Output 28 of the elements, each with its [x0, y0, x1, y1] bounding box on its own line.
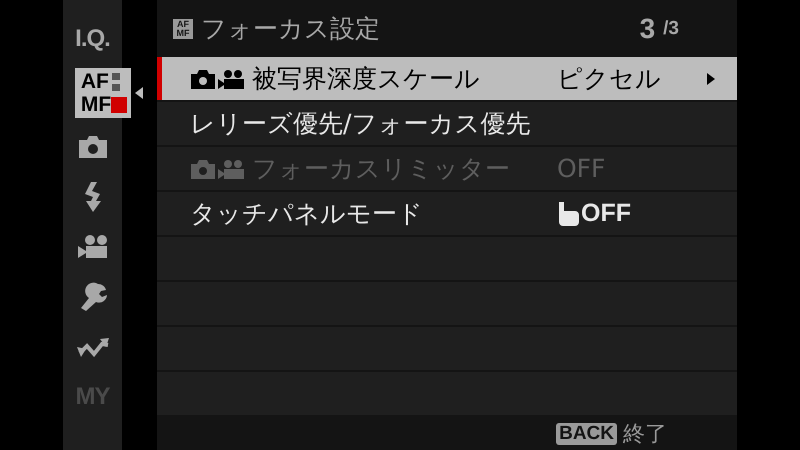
pointer-icon	[135, 87, 144, 99]
af-mf-badge: AF MF	[173, 18, 193, 38]
menu-row[interactable]: レリーズ優先/フォーカス優先	[157, 102, 737, 145]
setting-value: OFF	[557, 154, 606, 183]
square-dots-icon	[111, 72, 122, 92]
setting-name: タッチパネルモード	[190, 198, 423, 230]
zigzag-arrows-icon[interactable]	[76, 335, 110, 359]
camera-and-movie-icon	[190, 68, 246, 88]
setting-name: レリーズ優先/フォーカス優先	[190, 108, 530, 140]
setting-value: OFF	[581, 199, 631, 228]
arrow-right-icon	[707, 72, 715, 84]
setting-value: ピクセル	[557, 63, 661, 95]
menu-title: フォーカス設定	[201, 13, 381, 45]
page-total: /3	[663, 18, 679, 40]
lightning-icon[interactable]	[82, 182, 102, 212]
menu-row[interactable]: タッチパネルモード OFF	[157, 192, 737, 235]
movie-camera-icon[interactable]	[76, 234, 108, 260]
back-key-label: BACK	[556, 422, 617, 444]
menu-tab[interactable]: I.Q.	[75, 25, 110, 53]
setting-name: 被写界深度スケール	[252, 63, 480, 95]
setting-name: フォーカスリミッター	[252, 153, 510, 185]
hand-icon	[557, 202, 579, 226]
menu-row[interactable]: 被写界深度スケール ピクセル	[157, 57, 737, 100]
exit-label: 終了	[623, 420, 667, 448]
page-number: 3	[640, 12, 656, 44]
camera-icon[interactable]	[76, 135, 108, 159]
square-icon	[111, 96, 128, 112]
camera-and-movie-icon	[190, 158, 246, 178]
